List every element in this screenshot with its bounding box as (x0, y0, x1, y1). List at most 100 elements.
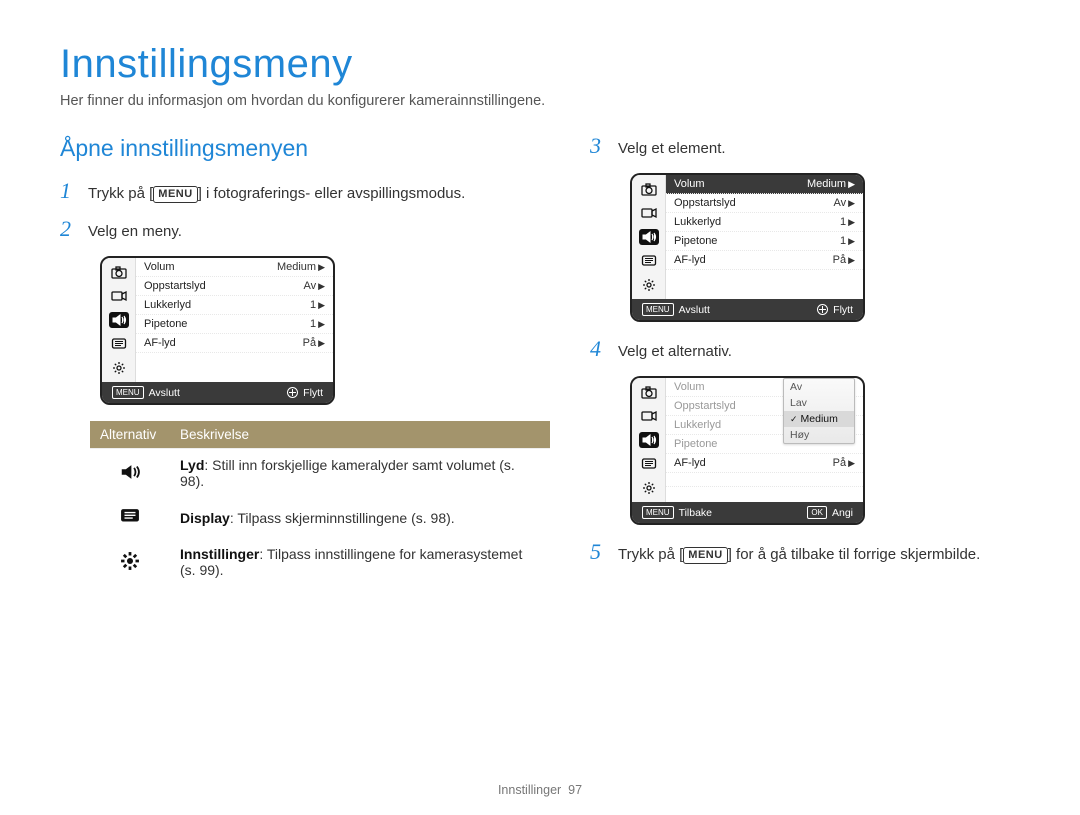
camera-icon (639, 384, 659, 400)
lcd-row-value: På (833, 457, 846, 469)
sound-icon (639, 432, 659, 448)
lcd-row-value: Medium (807, 178, 846, 190)
lcd-row: AF-lydPå▶ (666, 251, 863, 270)
lcd-list: VolumMedium▶ OppstartslydAv▶ Lukkerlyd1▶… (136, 258, 333, 382)
lcd-row-label: Lukkerlyd (674, 216, 721, 228)
chevron-right-icon: ▶ (848, 198, 855, 208)
dropdown-option: Av (784, 379, 854, 395)
menu-pill-icon: MENU (642, 303, 674, 316)
lcd-row-value: Medium (277, 261, 316, 273)
lcd-row-value: 1 (840, 216, 846, 228)
dropdown-option-selected: ✓Medium (784, 411, 854, 427)
table-header-option: Alternativ (90, 421, 170, 449)
lcd-footer: MENUTilbake OKAngi (632, 502, 863, 523)
lcd-footer: MENUAvslutt Flytt (102, 382, 333, 403)
ok-pill-icon: OK (807, 506, 827, 519)
display-icon (90, 498, 170, 538)
chevron-right-icon: ▶ (318, 262, 325, 272)
gear-icon (639, 480, 659, 496)
video-icon (639, 205, 659, 221)
step-5: 5 Trykk på [MENU] for å gå tilbake til f… (590, 541, 1020, 565)
dropdown-option: Lav (784, 395, 854, 411)
step-3: 3 Velg et element. (590, 135, 1020, 159)
lcd-row: OppstartslydAv▶ (136, 277, 333, 296)
step-4: 4 Velg et alternativ. (590, 338, 1020, 362)
lcd-sidebar (632, 378, 666, 502)
nav-icon (287, 387, 298, 398)
sound-icon (639, 229, 659, 245)
intro-text: Her finner du informasjon om hvordan du … (60, 93, 1020, 109)
chevron-right-icon: ▶ (848, 458, 855, 468)
lcd-row-selected: Volum Medium▶ (666, 175, 863, 194)
dropdown-option-label: Medium (801, 413, 838, 425)
step-text: Velg et alternativ. (618, 338, 732, 362)
lcd-row-label: AF-lyd (674, 457, 706, 469)
menu-button-label: MENU (153, 186, 197, 203)
menu-pill-icon: MENU (642, 506, 674, 519)
lcd-row-label: Pipetone (144, 318, 187, 330)
lcd-screenshot-menu: VolumMedium▶ OppstartslydAv▶ Lukkerlyd1▶… (100, 256, 335, 405)
lcd-row-label: Volum (144, 261, 175, 273)
lcd-row-empty (666, 473, 863, 487)
chevron-right-icon: ▶ (318, 300, 325, 310)
chevron-right-icon: ▶ (848, 217, 855, 227)
lcd-row: Lukkerlyd 1▶ (666, 213, 863, 232)
step-number: 3 (590, 135, 608, 157)
lcd-row-value: På (303, 337, 316, 349)
lcd-row-label: Lukkerlyd (674, 419, 721, 431)
step-number: 4 (590, 338, 608, 360)
footer-page-number: 97 (568, 783, 582, 797)
step-text: Velg et element. (618, 135, 726, 159)
step-number: 5 (590, 541, 608, 563)
camera-icon (639, 181, 659, 197)
lcd-row-label: Oppstartslyd (674, 197, 736, 209)
lcd-row: Volum Medium▶ (136, 258, 333, 277)
step-number: 1 (60, 180, 78, 202)
lcd-back-label: Tilbake (679, 507, 712, 519)
footer-section: Innstillinger (498, 783, 561, 797)
dropdown-option: Høy (784, 427, 854, 443)
lcd-exit-label: Avslutt (149, 387, 180, 399)
sound-icon (109, 312, 129, 328)
menu-button-label: MENU (683, 547, 727, 564)
step-number: 2 (60, 218, 78, 240)
lcd-row-value: 1 (310, 299, 316, 311)
section-heading: Åpne innstillingsmenyen (60, 135, 550, 162)
table-row: Display: Tilpass skjerminnstillingene (s… (90, 498, 550, 538)
step-1: 1 Trykk på [MENU] i fotograferings- elle… (60, 180, 550, 204)
table-row: Innstillinger: Tilpass innstillingene fo… (90, 538, 550, 587)
step-text: ] for å gå tilbake til forrige skjermbil… (728, 546, 981, 563)
lcd-row: Lukkerlyd 1▶ (136, 296, 333, 315)
video-icon (639, 408, 659, 424)
chevron-right-icon: ▶ (848, 236, 855, 246)
option-name: Display (180, 510, 230, 526)
lcd-sidebar (632, 175, 666, 299)
page-title: Innstillingsmeny (60, 42, 1020, 87)
table-header-description: Beskrivelse (170, 421, 550, 449)
lcd-row-label: Volum (674, 178, 705, 190)
lcd-row: AF-lyd På▶ (136, 334, 333, 353)
options-table: Alternativ Beskrivelse Lyd: Still inn fo… (90, 421, 550, 587)
chevron-right-icon: ▶ (848, 179, 855, 189)
lcd-list: VolumMedium▶ OppstartslydAv▶ Lukkerlyd1▶… (666, 175, 863, 299)
gear-icon (90, 538, 170, 587)
lcd-move-label: Flytt (833, 304, 853, 316)
lcd-row-label: Lukkerlyd (144, 299, 191, 311)
camera-icon (109, 264, 129, 280)
step-text: Trykk på [ (88, 185, 153, 202)
display-icon (109, 336, 129, 352)
lcd-row-label: Volum (674, 381, 705, 393)
step-2: 2 Velg en meny. (60, 218, 550, 242)
lcd-row-label: Oppstartslyd (144, 280, 206, 292)
lcd-row: AF-lyd På▶ (666, 454, 863, 473)
lcd-row-value: 1 (310, 318, 316, 330)
display-icon (639, 253, 659, 269)
nav-icon (817, 304, 828, 315)
display-icon (639, 456, 659, 472)
chevron-right-icon: ▶ (318, 338, 325, 348)
chevron-right-icon: ▶ (848, 255, 855, 265)
lcd-screenshot-option: Volum Oppstartslyd Lukkerlyd Pipetone AF… (630, 376, 865, 525)
lcd-row-label: AF-lyd (144, 337, 176, 349)
lcd-screenshot-element: VolumMedium▶ OppstartslydAv▶ Lukkerlyd1▶… (630, 173, 865, 322)
lcd-row-value: Av (303, 280, 316, 292)
